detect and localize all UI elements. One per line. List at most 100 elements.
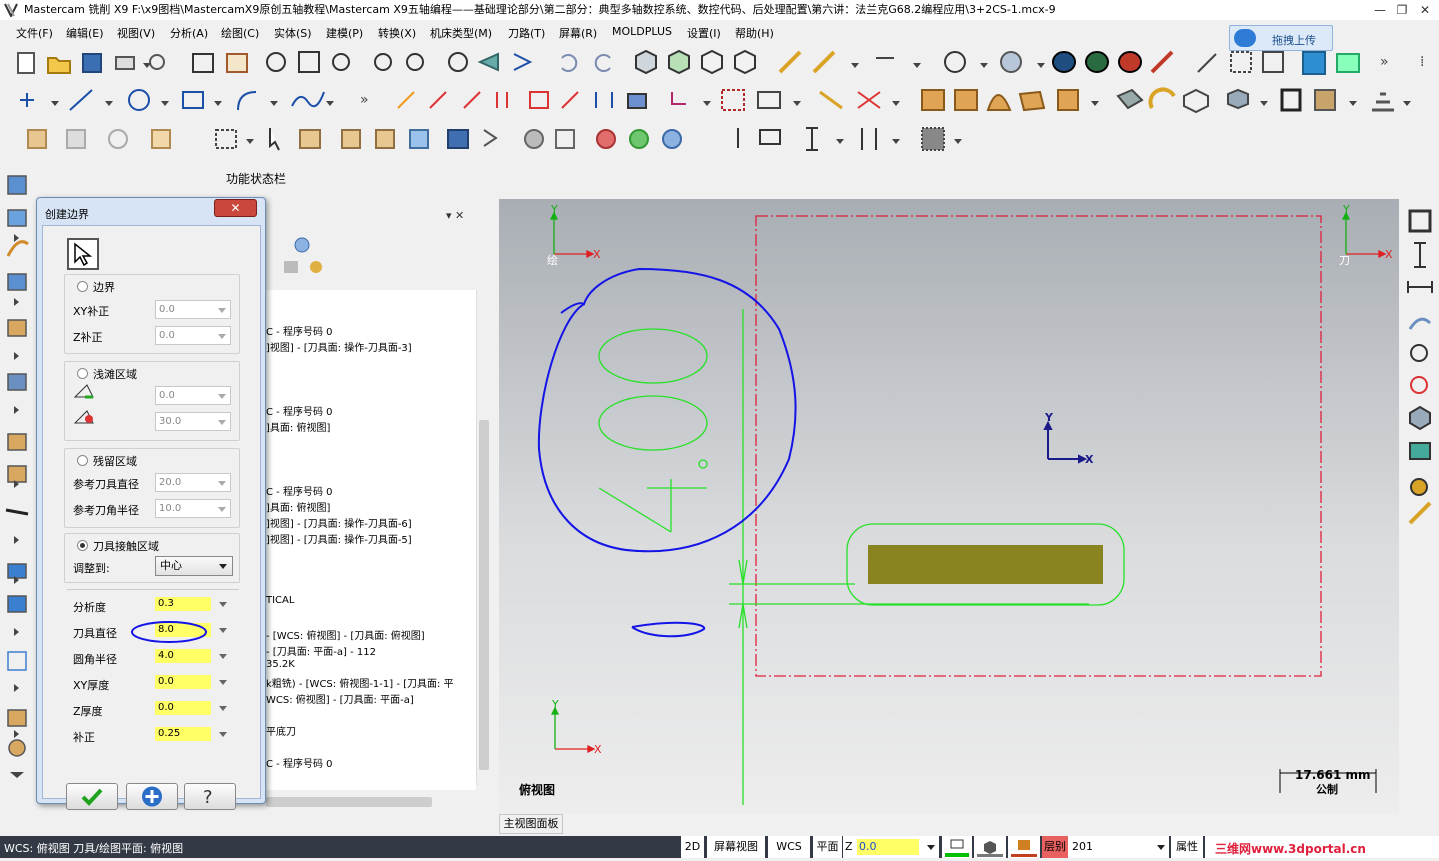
menu-file[interactable]: 文件(F) bbox=[16, 25, 53, 41]
tree-horizontal-scrollbar[interactable] bbox=[266, 795, 476, 809]
blue-annotation-loop bbox=[537, 267, 797, 638]
graphics-viewport[interactable]: X Y 绘 X Y 刀 X Y X Y 俯视图 17.661 mm 公制 bbox=[499, 199, 1399, 814]
xy-thickness-field[interactable]: 0.0 bbox=[155, 673, 231, 692]
surface-extrude-icon bbox=[1057, 89, 1079, 111]
layer-button[interactable]: 层别 bbox=[1042, 836, 1068, 858]
menu-help[interactable]: 帮助(H) bbox=[735, 25, 774, 41]
surface-color-icon bbox=[1011, 840, 1037, 857]
zoom-icon bbox=[1410, 344, 1428, 362]
adjust-dropdown[interactable]: 中心 bbox=[155, 556, 233, 576]
boundary-radio[interactable] bbox=[77, 281, 88, 292]
menu-xform[interactable]: 转换(X) bbox=[378, 25, 416, 41]
hatch-icon bbox=[921, 127, 945, 151]
z-offset-field[interactable]: 0.0 bbox=[155, 326, 231, 345]
shallow-max-field[interactable]: 30.0 bbox=[155, 412, 231, 431]
shallow-angle-icons bbox=[73, 384, 94, 424]
close-window-button[interactable]: ✕ bbox=[1411, 0, 1439, 20]
function-status-bar: 功能状态栏 bbox=[226, 172, 287, 186]
xy-thickness-label: XY厚度 bbox=[73, 679, 110, 692]
menu-create[interactable]: 绘图(C) bbox=[221, 25, 259, 41]
layer-field[interactable]: 201 bbox=[1068, 836, 1169, 858]
z-depth-field[interactable]: 0.0 bbox=[857, 839, 919, 855]
tree-vertical-scrollbar[interactable] bbox=[476, 290, 490, 785]
wcs-button[interactable]: WCS bbox=[768, 836, 810, 858]
layers-side-icon bbox=[1409, 442, 1431, 460]
wcs-origin-triad bbox=[1043, 420, 1088, 464]
svg-text:»: » bbox=[1380, 54, 1389, 70]
tree-line: TICAL bbox=[266, 595, 295, 606]
ref-tool-dia-field[interactable]: 20.0 bbox=[155, 473, 231, 492]
tree-line: 平底刀 bbox=[266, 727, 296, 738]
menu-machine-type[interactable]: 机床类型(M) bbox=[430, 25, 492, 41]
menu-analyze[interactable]: 分析(A) bbox=[170, 25, 208, 41]
drag-icon bbox=[819, 90, 843, 110]
verify-icon bbox=[299, 129, 321, 149]
surface-color-button[interactable] bbox=[1008, 836, 1040, 858]
status-view-text: WCS: 俯视图 刀具/绘图平面: 俯视图 bbox=[4, 842, 184, 855]
mode-2d-button[interactable]: 2D bbox=[681, 836, 704, 858]
attributes-button[interactable]: 属性 bbox=[1171, 836, 1203, 858]
panel-pin-close[interactable]: ▾ ✕ bbox=[446, 209, 464, 222]
curve-icon bbox=[1408, 317, 1432, 330]
toolbar-row-2: » bbox=[20, 87, 1394, 114]
rotate-icon bbox=[627, 93, 647, 109]
xy-offset-field[interactable]: 0.0 bbox=[155, 300, 231, 319]
surface-sweep-icon bbox=[1018, 90, 1046, 112]
line-icon bbox=[69, 89, 93, 111]
svg-text:?: ? bbox=[203, 787, 213, 808]
rest-radio[interactable] bbox=[77, 455, 88, 466]
color-icon bbox=[945, 839, 969, 857]
panel-help-icon bbox=[294, 237, 310, 253]
arrow-cursor-icon bbox=[74, 242, 93, 267]
repaint-icon bbox=[226, 53, 248, 73]
z-offset-label: Z补正 bbox=[73, 331, 103, 344]
menu-settings[interactable]: 设置(I) bbox=[687, 25, 721, 41]
z-thickness-field[interactable]: 0.0 bbox=[155, 699, 231, 718]
menu-edit[interactable]: 编辑(E) bbox=[66, 25, 104, 41]
help-button[interactable]: ? bbox=[184, 783, 236, 810]
shallow-min-field[interactable]: 0.0 bbox=[155, 386, 231, 405]
scrollbar-thumb[interactable] bbox=[479, 420, 489, 770]
z-depth-control[interactable]: Z 0.0 bbox=[843, 836, 939, 858]
solid-color-button[interactable] bbox=[974, 836, 1006, 858]
resolution-field[interactable]: 0.3 bbox=[155, 595, 231, 614]
screen-view-button[interactable]: 屏幕视图 bbox=[707, 836, 765, 858]
triad-gview bbox=[554, 249, 595, 259]
ok-button[interactable] bbox=[66, 783, 118, 810]
menu-screen[interactable]: 屏幕(R) bbox=[559, 25, 597, 41]
tree-line: C - 程序号码 0 bbox=[266, 759, 333, 770]
new-file-icon bbox=[17, 52, 35, 74]
hscroll-thumb[interactable] bbox=[266, 797, 432, 807]
shallow-radio[interactable] bbox=[77, 368, 88, 379]
main-view-tab[interactable]: 主视图面板 bbox=[499, 814, 563, 834]
select-back-icon bbox=[483, 129, 498, 147]
add-button[interactable] bbox=[126, 783, 178, 810]
select-solid-icon bbox=[27, 129, 47, 149]
color-button[interactable] bbox=[942, 836, 972, 858]
toolpath-2d-icon bbox=[7, 175, 27, 195]
rectangle-icon bbox=[182, 91, 204, 109]
menu-solids[interactable]: 实体(S) bbox=[274, 25, 312, 41]
contact-radio[interactable] bbox=[77, 540, 88, 551]
plane-button[interactable]: 平面 bbox=[813, 836, 842, 858]
offset-field[interactable]: 0.25 bbox=[155, 725, 231, 744]
toolpath-tree[interactable]: C - 程序号码 0 ]视图] - [刀具面: 操作-刀具面-3] C - 程序… bbox=[266, 290, 476, 790]
menu-view[interactable]: 视图(V) bbox=[117, 25, 155, 41]
view-name: 俯视图 bbox=[519, 782, 555, 797]
menu-moldplus[interactable]: MOLDPLUS bbox=[612, 25, 672, 38]
menu-toolpaths[interactable]: 刀路(T) bbox=[508, 25, 545, 41]
analyze-icon bbox=[778, 50, 802, 74]
simulate-icon bbox=[375, 129, 395, 149]
select-entities-button[interactable] bbox=[67, 238, 99, 270]
dialog-close-button[interactable]: ✕ bbox=[214, 199, 257, 217]
tree-line: ]视图] - [刀具面: 操作-刀具面-3] bbox=[266, 343, 412, 354]
tool-diameter-label: 刀具直径 bbox=[73, 627, 117, 640]
viewport-canvas[interactable]: X Y 绘 X Y 刀 X Y X Y 俯视图 17.661 mm 公制 bbox=[499, 199, 1399, 814]
ref-corner-radius-field[interactable]: 10.0 bbox=[155, 499, 231, 518]
corner-radius-field[interactable]: 4.0 bbox=[155, 647, 231, 666]
save-icon bbox=[82, 53, 102, 73]
watermark-text: 三维网www.3dportal.cn bbox=[1215, 842, 1366, 856]
print-icon bbox=[115, 56, 135, 70]
frame-icon bbox=[1280, 88, 1302, 112]
menu-model[interactable]: 建模(P) bbox=[326, 25, 363, 41]
